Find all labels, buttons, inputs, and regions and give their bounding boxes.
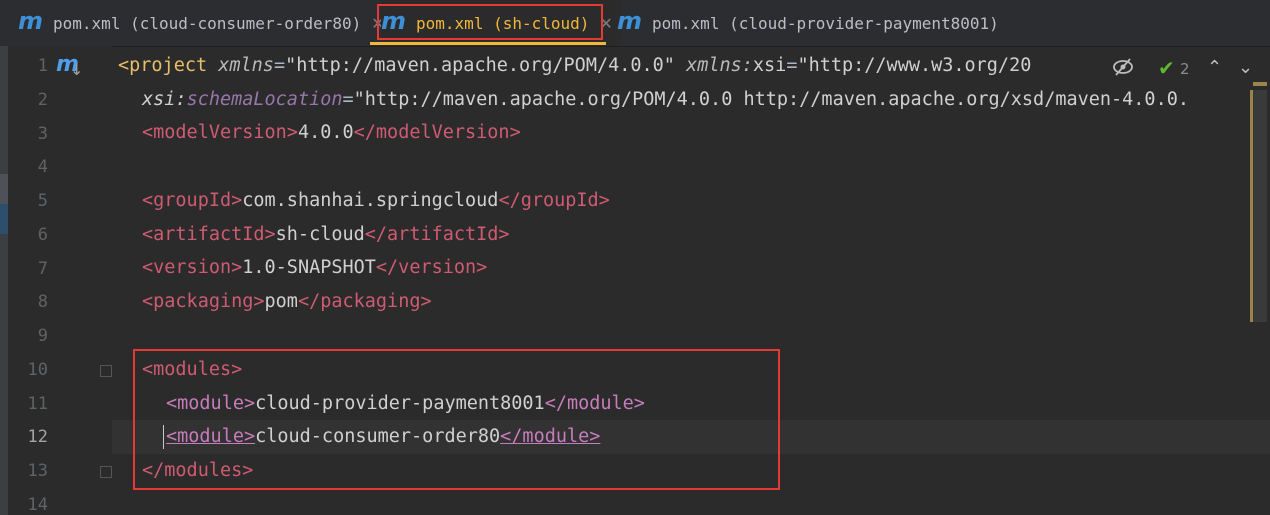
tab-pom-cloud-provider-payment8001[interactable]: m pom.xml (cloud-provider-payment8001) xyxy=(617,0,999,46)
line-number: 7 xyxy=(37,259,48,279)
line-number: 14 xyxy=(27,495,48,515)
check-icon[interactable]: ✔ xyxy=(1158,56,1175,80)
arrow-down-icon[interactable]: ↓ xyxy=(70,60,83,79)
line-number: 8 xyxy=(37,292,48,312)
maven-icon: m xyxy=(617,7,643,35)
maven-icon: m xyxy=(18,7,44,35)
line-number: 5 xyxy=(37,191,48,211)
code-line-1[interactable]: <project xmlns="http://maven.apache.org/… xyxy=(118,55,1031,76)
code-line-7[interactable]: <version>1.0-SNAPSHOT</version> xyxy=(142,257,487,278)
chevron-up-icon[interactable]: ⌃ xyxy=(1207,57,1222,78)
fold-marker-icon[interactable] xyxy=(100,466,112,478)
line-number: 9 xyxy=(37,326,48,346)
active-tab-indicator xyxy=(370,42,606,45)
editor-tab-bar: m pom.xml (cloud-consumer-order80) ✕ m p… xyxy=(0,0,1270,47)
chevron-down-icon[interactable]: ⌄ xyxy=(1238,57,1253,78)
error-stripe[interactable] xyxy=(1250,82,1267,322)
modules-highlight-box xyxy=(133,349,780,490)
code-line-5[interactable]: <groupId>com.shanhai.springcloud</groupI… xyxy=(142,190,610,211)
tool-strip-item-selected[interactable] xyxy=(0,204,8,234)
line-number: 6 xyxy=(37,225,48,245)
eye-slash-icon[interactable] xyxy=(1112,56,1134,78)
code-line-3[interactable]: <modelVersion>4.0.0</modelVersion> xyxy=(142,122,521,143)
line-number: 11 xyxy=(27,394,48,414)
code-line-2[interactable]: xsi:schemaLocation="http://maven.apache.… xyxy=(142,89,1189,110)
line-number: 3 xyxy=(37,124,48,144)
marker[interactable] xyxy=(1253,82,1267,86)
line-number: 13 xyxy=(27,461,48,481)
line-number: 10 xyxy=(27,360,48,380)
line-number: 1 xyxy=(37,56,48,76)
inspection-count: 2 xyxy=(1180,60,1190,78)
tab-label: pom.xml (cloud-consumer-order80) xyxy=(53,13,362,33)
tab-highlight-box xyxy=(377,4,603,40)
tab-label: pom.xml (cloud-provider-payment8001) xyxy=(652,13,999,33)
line-number: 2 xyxy=(37,90,48,110)
fold-marker-icon[interactable] xyxy=(100,365,112,377)
code-line-8[interactable]: <packaging>pom</packaging> xyxy=(142,291,432,312)
line-number-current: 12 xyxy=(27,427,48,447)
code-line-6[interactable]: <artifactId>sh-cloud</artifactId> xyxy=(142,224,510,245)
left-tool-strip xyxy=(0,46,8,515)
line-number: 4 xyxy=(37,157,48,177)
tool-strip-item[interactable] xyxy=(0,174,8,204)
tab-pom-cloud-consumer-order80[interactable]: m pom.xml (cloud-consumer-order80) ✕ xyxy=(18,0,385,46)
